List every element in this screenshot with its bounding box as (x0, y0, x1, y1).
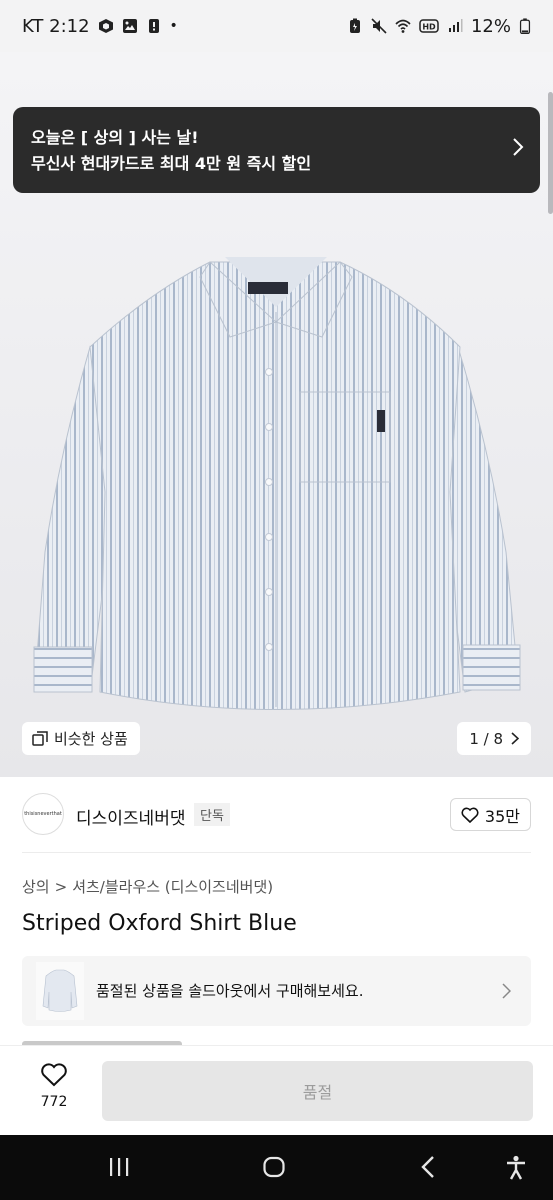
promo-line-1: 오늘은 [ 상의 ] 사는 날! (31, 128, 199, 147)
breadcrumb-separator: > (54, 877, 68, 896)
soldout-message: 품절된 상품을 솔드아웃에서 구매해보세요. (96, 982, 364, 1000)
chevron-right-icon (513, 138, 524, 156)
product-image (33, 257, 521, 710)
brand-logo[interactable]: thisisneverthat (22, 793, 64, 835)
wishlist-count: 772 (40, 1094, 68, 1110)
scroll-indicator (548, 92, 553, 214)
similar-products-button[interactable]: 비슷한 상품 (22, 722, 140, 755)
promo-banner[interactable]: 오늘은 [ 상의 ] 사는 날! 무신사 현대카드로 최대 4만 원 즉시 할인 (13, 107, 540, 193)
alert-icon (148, 19, 159, 33)
soldout-card[interactable]: 품절된 상품을 솔드아웃에서 구매해보세요. (22, 956, 531, 1026)
system-nav-bar (0, 1135, 553, 1200)
clock: KT 2:12 (22, 15, 90, 37)
hd-icon: HD (419, 19, 439, 33)
brand-row: thisisneverthat 디스이즈네버댓 단독 35만 (0, 790, 553, 840)
brand-name[interactable]: 디스이즈네버댓 (76, 804, 185, 829)
wifi-icon (395, 19, 411, 33)
similar-products-label: 비슷한 상품 (54, 730, 128, 748)
product-image-gallery[interactable]: 오늘은 [ 상의 ] 사는 날! 무신사 현대카드로 최대 4만 원 즉시 할인 (0, 52, 553, 777)
heart-icon (41, 1063, 67, 1087)
image-page-indicator[interactable]: 1 / 8 (457, 722, 531, 755)
signal-icon (448, 19, 463, 32)
brand-like-count: 35만 (484, 806, 520, 826)
battery-saver-icon (349, 18, 360, 33)
battery-icon (519, 18, 531, 34)
brand-logo-text: thisisneverthat (24, 811, 62, 817)
package-icon (98, 19, 113, 33)
chevron-right-icon (502, 983, 511, 999)
breadcrumb-subcategory[interactable]: 셔츠/블라우스 (디스이즈네버댓) (72, 876, 273, 897)
gallery-icon (122, 19, 137, 33)
copy-icon (32, 730, 48, 746)
back-icon[interactable] (420, 1155, 436, 1179)
product-title: Striped Oxford Shirt Blue (22, 911, 297, 936)
chevron-right-icon (511, 732, 519, 745)
mute-icon (371, 18, 387, 34)
wishlist-button[interactable]: 772 (30, 1062, 78, 1110)
recent-apps-icon[interactable] (108, 1155, 130, 1179)
status-left: KT 2:12 • (22, 16, 178, 37)
soldout-button[interactable]: 품절 (102, 1061, 533, 1121)
battery-percent: 12% (470, 15, 511, 37)
svg-text:HD: HD (422, 23, 436, 32)
heart-icon (461, 807, 479, 823)
divider (22, 852, 531, 853)
breadcrumb: 상의 > 셔츠/블라우스 (디스이즈네버댓) (22, 876, 273, 897)
status-right: HD 12% (347, 16, 531, 37)
brand-like-button[interactable]: 35만 (449, 798, 531, 831)
breadcrumb-category[interactable]: 상의 (22, 876, 50, 897)
notification-dot: • (169, 18, 178, 34)
bottom-action-bar: 772 품절 (0, 1045, 553, 1135)
promo-line-2: 무신사 현대카드로 최대 4만 원 즉시 할인 (31, 154, 312, 173)
exclusive-badge: 단독 (194, 803, 230, 826)
soldout-thumbnail (36, 962, 84, 1020)
accessibility-icon[interactable] (505, 1155, 527, 1181)
page-indicator-text: 1 / 8 (469, 729, 503, 748)
status-bar: KT 2:12 • HD 12% (0, 0, 553, 52)
home-icon[interactable] (262, 1155, 286, 1179)
